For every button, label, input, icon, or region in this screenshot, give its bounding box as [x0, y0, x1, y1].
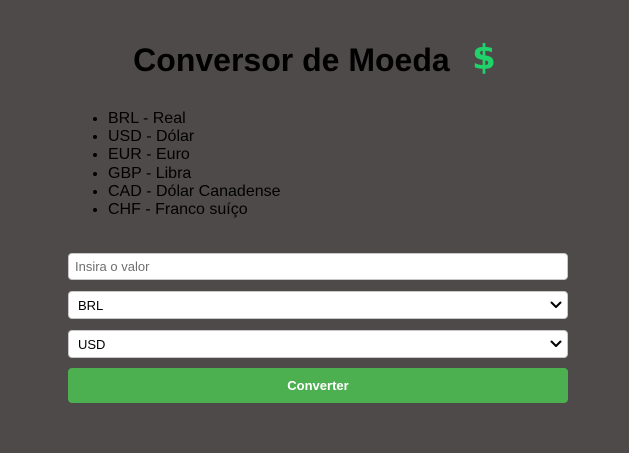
chevron-down-icon — [550, 301, 562, 308]
list-item: CAD - Dólar Canadense — [108, 183, 281, 201]
from-currency-select[interactable]: BRL — [68, 291, 568, 319]
convert-button[interactable]: Converter — [68, 368, 568, 403]
list-item: EUR - Euro — [108, 146, 281, 164]
amount-input[interactable] — [68, 253, 568, 280]
list-item: CHF - Franco suíço — [108, 201, 281, 219]
chevron-down-icon — [550, 340, 562, 347]
list-item: USD - Dólar — [108, 128, 281, 146]
dollar-sign-icon: $ — [472, 38, 496, 78]
list-item: BRL - Real — [108, 110, 281, 128]
currency-list: BRL - Real USD - Dólar EUR - Euro GBP - … — [68, 110, 281, 219]
to-currency-value: USD — [78, 337, 106, 352]
currency-converter-page: Conversor de Moeda $ BRL - Real USD - Dó… — [0, 0, 629, 453]
from-currency-value: BRL — [78, 298, 104, 313]
to-currency-select[interactable]: USD — [68, 330, 568, 358]
list-item: GBP - Libra — [108, 165, 281, 183]
header: Conversor de Moeda $ — [0, 38, 629, 80]
page-title: Conversor de Moeda — [133, 41, 450, 78]
